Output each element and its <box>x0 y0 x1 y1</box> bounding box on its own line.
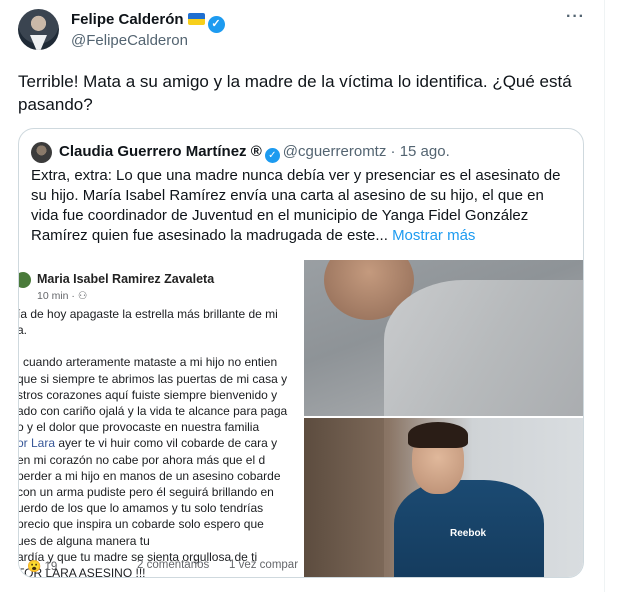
fb-post-footer: 😮 19 2 comentarios 1 vez compar <box>19 556 302 577</box>
fb-line: uerdo de los que lo amamos y tu solo ten… <box>19 501 264 516</box>
quoted-text-body: Extra, extra: Lo que una madre nunca deb… <box>31 167 561 244</box>
fb-shares-count: 1 vez compar <box>229 559 299 571</box>
quoted-author-avatar[interactable] <box>31 142 52 163</box>
fb-line-gap <box>19 338 302 354</box>
fb-line: i cuando arteramente mataste a mi hijo n… <box>19 355 278 370</box>
photo-hair-shape <box>408 422 468 448</box>
author-name-row[interactable]: Felipe Calderón ✓ <box>71 11 225 33</box>
fb-line-tail: ayer te vi huir como vil cobarde de cara… <box>55 436 278 451</box>
fb-author-avatar <box>19 272 31 288</box>
fb-line: ía de hoy apagaste la estrella más brill… <box>19 307 278 321</box>
ukraine-flag-icon <box>187 13 205 25</box>
fb-line: que si siempre te abrimos las puertas de… <box>19 371 288 386</box>
fb-line: perder a mi hijo en manos de un asesino … <box>19 468 281 483</box>
fb-post-meta: 10 min · ⚇ <box>37 290 88 302</box>
fb-mention-link: or Lara <box>19 436 56 451</box>
fb-line: stros corazones aquí fuiste siempre bien… <box>19 387 278 402</box>
victim-photo-portrait[interactable]: Reebok <box>304 418 583 577</box>
quoted-verified-badge-icon: ✓ <box>264 148 280 163</box>
victim-photo-shirt[interactable] <box>304 260 583 416</box>
tweet-text-line-1: Terrible! Mata a su amigo y la madre de … <box>18 72 572 91</box>
quoted-tweet-date[interactable]: 15 ago. <box>400 143 450 160</box>
author-avatar[interactable] <box>18 9 59 50</box>
photo-blur-region <box>304 418 384 577</box>
fb-post-body: ía de hoy apagaste la estrella más brill… <box>19 306 302 577</box>
tweet[interactable]: Felipe Calderón ✓ @FelipeCalderon ··· Ter… <box>0 0 605 592</box>
header-separator: · <box>390 143 396 160</box>
verified-badge-icon[interactable]: ✓ <box>207 16 225 33</box>
fb-author-name: Maria Isabel Ramirez Zavaleta <box>37 272 215 286</box>
tweet-text-line-2: pasando? <box>18 95 93 114</box>
fb-line: con un arma pudiste pero él seguirá bril… <box>19 485 274 500</box>
tweet-text: Terrible! Mata a su amigo y la madre de … <box>18 70 578 116</box>
fb-line: or Lara ayer te vi huir como vil cobarde… <box>19 435 302 451</box>
fb-reactions: 😮 19 <box>27 561 58 573</box>
quoted-tweet-header: Claudia Guerrero Martínez ® ✓ @cguerreromt… <box>59 143 450 163</box>
quoted-author-handle[interactable]: @cguerreromtz <box>283 143 387 160</box>
facebook-post-image[interactable]: Maria Isabel Ramirez Zavaleta 10 min · ⚇… <box>19 260 302 577</box>
more-options-icon[interactable]: ··· <box>566 8 585 26</box>
author-handle[interactable]: @FelipeCalderon <box>71 32 188 49</box>
show-more-link[interactable]: Mostrar más <box>392 227 475 244</box>
fb-line: a. <box>19 323 28 338</box>
jersey-brand-text: Reebok <box>450 528 487 539</box>
quoted-tweet-text: Extra, extra: Lo que una madre nunca deb… <box>31 166 571 246</box>
photo-shirt-shape <box>384 280 583 416</box>
fb-line: ues de alguna manera tu <box>19 533 150 548</box>
author-name[interactable]: Felipe Calderón <box>71 11 184 28</box>
quoted-tweet[interactable]: Claudia Guerrero Martínez ® ✓ @cguerreromt… <box>18 128 584 578</box>
quoted-author-name[interactable]: Claudia Guerrero Martínez ® <box>59 143 262 160</box>
fb-line: ado con cariño ojalá y la vida te alcanc… <box>19 404 288 419</box>
fb-line: en mi corazón no cabe por ahora más que … <box>19 452 266 467</box>
quoted-media[interactable]: Maria Isabel Ramirez Zavaleta 10 min · ⚇… <box>19 260 583 577</box>
fb-comments-count: 2 comentarios <box>137 559 210 571</box>
fb-line: precio que inspira un cobarde solo esper… <box>19 517 264 532</box>
fb-line: o y el dolor que provocaste en nuestra f… <box>19 420 260 435</box>
